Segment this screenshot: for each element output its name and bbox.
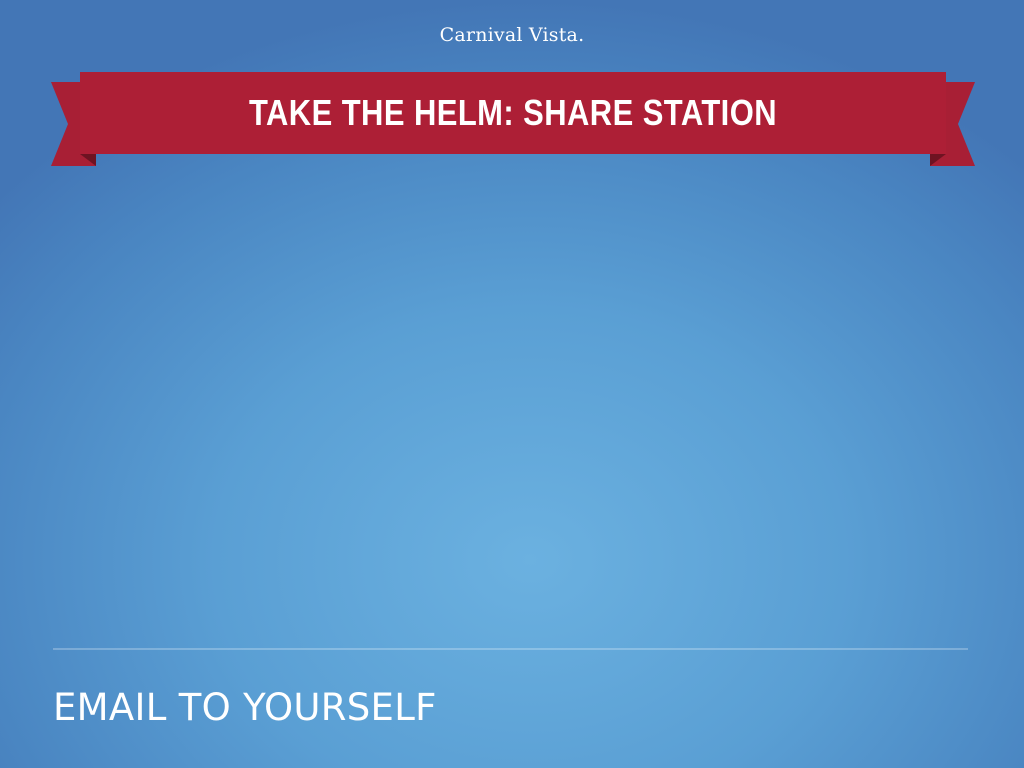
section-divider [53,648,968,650]
email-to-yourself-button[interactable]: EMAIL TO YOURSELF [53,686,437,729]
page-title: TAKE THE HELM: SHARE STATION [248,92,778,133]
title-ribbon-banner: TAKE THE HELM: SHARE STATION [0,0,1024,180]
